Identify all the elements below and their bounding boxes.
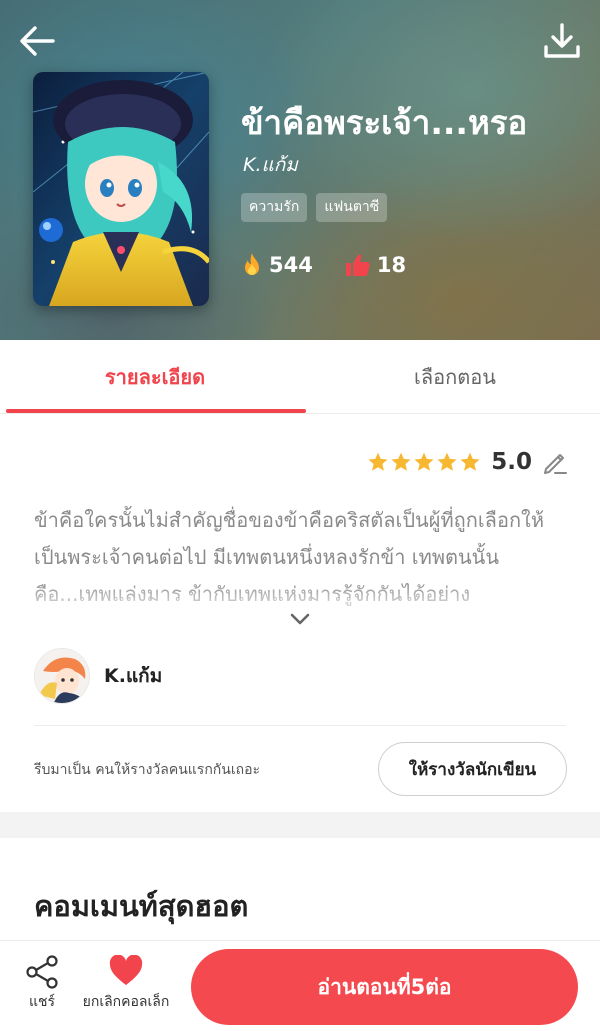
share-label: แชร์ [28,994,56,1010]
star-icon [460,452,480,471]
star-icon [437,452,457,471]
back-button[interactable] [14,18,60,64]
genre-tag[interactable]: ความรัก [241,193,308,222]
likes-count: 18 [376,253,407,277]
thumbs-up-icon [345,254,370,276]
hot-comments-heading: คอมเมนท์สุดฮอต [34,889,249,923]
bottom-action-bar: แชร์ ยกเลิกคอลเล็ก อ่านตอนที่5ต่อ [0,940,600,1031]
book-author[interactable]: K.แก้ม [243,150,298,180]
flame-icon [245,253,259,275]
rating: 5.0 [367,448,570,476]
continue-reading-button[interactable]: อ่านตอนที่5ต่อ [191,949,578,1025]
remove-from-collection-button[interactable]: ยกเลิกคอลเล็ก [74,955,178,1013]
star-icon [368,452,388,471]
share-icon [26,955,58,989]
download-button[interactable] [538,18,586,64]
rating-value: 5.0 [491,449,532,475]
views-count: 544 [269,253,313,277]
expand-synopsis-button[interactable] [288,610,312,628]
likes-stat: 18 [345,253,406,277]
book-cover[interactable] [33,72,209,306]
star-icon [414,452,434,471]
edit-rating-button[interactable] [542,448,570,476]
reward-writer-button[interactable]: ให้รางวัลนักเขียน [378,742,567,796]
download-icon [544,23,580,58]
active-tab-indicator [6,409,306,413]
chevron-down-icon [290,613,310,625]
divider [34,725,566,726]
reward-hint: รีบมาเป็น คนให้รางวัลคนแรกกันเถอะ [34,762,261,778]
writer-name: K.แก้ม [104,665,163,687]
views-stat: 544 [241,252,313,278]
pencil-icon [544,454,567,474]
genre-tag[interactable]: แฟนตาซี [316,193,388,222]
star-icon [391,452,411,471]
tab-details[interactable]: รายละเอียด [5,340,305,414]
writer-profile[interactable]: K.แก้ม [34,648,162,704]
arrow-left-icon [20,26,55,56]
avatar [34,648,90,704]
section-divider [0,812,600,838]
favorite-label: ยกเลิกคอลเล็ก [82,994,170,1010]
share-button[interactable]: แชร์ [18,955,66,1013]
book-title: ข้าคือพระเจ้า...หรอ [241,103,528,142]
genre-tags: ความรัก แฟนตาซี [241,193,388,222]
synopsis-fade [34,580,574,614]
book-header: ข้าคือพระเจ้า...หรอ K.แก้ม ความรัก แฟนตา… [0,0,600,340]
rating-stars [367,451,481,473]
book-stats: 544 18 [241,252,406,278]
heart-icon [109,955,143,985]
tab-chapters[interactable]: เลือกตอน [305,340,600,414]
detail-tabs: รายละเอียด เลือกตอน [0,340,600,414]
